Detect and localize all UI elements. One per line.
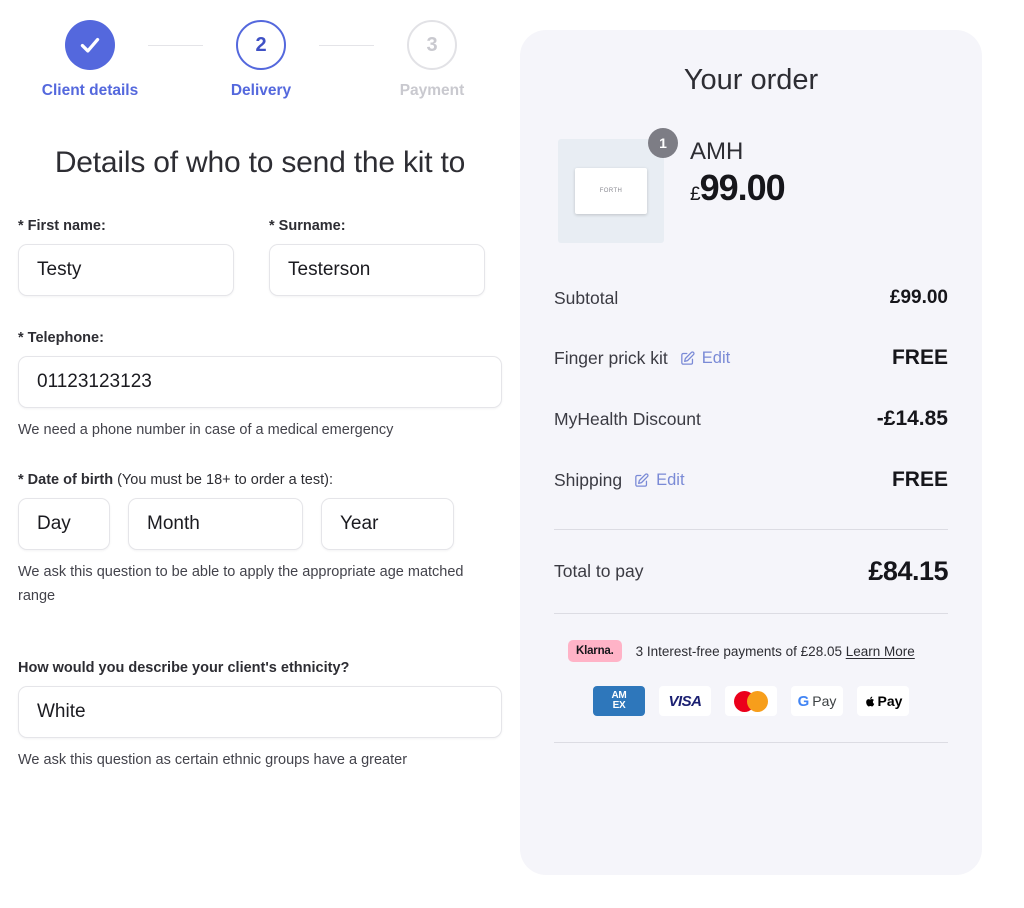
product-thumbnail-wrapper: FORTH 1 xyxy=(558,128,678,243)
klarna-promo-text: 3 Interest-free payments of £28.05 Learn… xyxy=(636,644,915,659)
order-total-row: Total to pay £84.15 xyxy=(554,556,948,587)
klarna-logo: Klarna. xyxy=(568,640,622,662)
step-marker-3: 3 xyxy=(407,20,457,70)
google-pay-label: Pay xyxy=(812,693,837,709)
edit-label: Edit xyxy=(656,470,685,489)
edit-label: Edit xyxy=(701,348,731,367)
order-line-value: FREE xyxy=(891,468,948,491)
step-marker-complete xyxy=(65,20,115,70)
payment-method-logos: AM EX VISA G Pay Pay xyxy=(554,686,948,716)
google-g-letter: G xyxy=(797,692,810,710)
date-of-birth-label: * Date of birth (You must be 18+ to orde… xyxy=(18,472,333,489)
mastercard-circles xyxy=(734,690,768,712)
order-summary-card: Your order FORTH 1 AMH £99.00 Subtotal £… xyxy=(520,30,982,875)
step-marker-2: 2 xyxy=(236,20,286,70)
checkout-stepper: Client details 2 Delivery 3 Payment xyxy=(18,20,502,100)
product-thumbnail: FORTH xyxy=(558,139,664,243)
klarna-promo-row: Klarna. 3 Interest-free payments of £28.… xyxy=(554,640,948,662)
summary-divider-middle xyxy=(554,613,948,614)
stepper-connector-2 xyxy=(319,45,374,46)
date-of-birth-group: * Date of birth (You must be 18+ to orde… xyxy=(18,472,502,608)
order-total-label: Total to pay xyxy=(554,561,644,581)
dob-day-select[interactable] xyxy=(18,498,110,551)
amex-icon: AM EX xyxy=(593,686,645,716)
stepper-connector-1 xyxy=(148,45,203,46)
client-details-form-column: Client details 2 Delivery 3 Payment Deta… xyxy=(0,0,520,908)
order-line-value: £99.00 xyxy=(889,287,948,308)
stepper-step-payment[interactable]: 3 Payment xyxy=(374,20,490,100)
apple-logo-icon xyxy=(865,696,874,706)
order-line-label-group: Shipping Edit xyxy=(554,470,685,491)
edit-shipping-link[interactable]: Edit xyxy=(633,470,685,490)
mastercard-icon xyxy=(725,686,777,716)
product-price: £99.00 xyxy=(690,167,786,209)
order-line-label: Finger prick kit xyxy=(554,347,668,368)
first-name-label: * First name: xyxy=(18,218,106,234)
order-summary-title: Your order xyxy=(683,64,819,96)
ethnicity-select[interactable] xyxy=(18,686,502,739)
mastercard-yellow-circle xyxy=(747,690,768,712)
apple-pay-label: Pay xyxy=(877,693,903,709)
stepper-label-delivery: Delivery xyxy=(230,82,292,99)
klarna-installment-text: 3 Interest-free payments of £28.05 xyxy=(635,643,846,659)
summary-divider-top xyxy=(554,529,948,530)
dob-month-select[interactable] xyxy=(128,498,303,551)
stepper-label-payment: Payment xyxy=(399,82,465,99)
order-line-shipping: Shipping Edit FREE xyxy=(554,468,948,492)
order-line-value: -£14.85 xyxy=(876,407,948,430)
checkout-page: Client details 2 Delivery 3 Payment Deta… xyxy=(0,0,1024,908)
edit-pencil-icon xyxy=(680,350,695,365)
surname-label: * Surname: xyxy=(269,218,346,234)
product-quantity-badge: 1 xyxy=(648,128,678,158)
klarna-learn-more-link[interactable]: Learn More xyxy=(846,644,915,659)
product-box-image: FORTH xyxy=(575,168,647,214)
order-line-myhealth-discount: MyHealth Discount -£14.85 xyxy=(554,407,948,431)
product-name: AMH xyxy=(690,138,744,165)
ethnicity-label: How would you describe your client's eth… xyxy=(18,660,350,677)
stepper-step-delivery[interactable]: 2 Delivery xyxy=(203,20,319,100)
product-info: AMH £99.00 xyxy=(690,138,786,209)
order-product-row: FORTH 1 AMH £99.00 xyxy=(554,128,948,243)
order-line-label: Shipping xyxy=(554,469,623,490)
telephone-label: * Telephone: xyxy=(18,330,104,346)
date-of-birth-helper-text: We ask this question to be able to apply… xyxy=(18,564,464,604)
order-line-label-group: Finger prick kit Edit xyxy=(554,348,730,369)
order-summary-column: Your order FORTH 1 AMH £99.00 Subtotal £… xyxy=(520,0,1024,908)
amex-line2: EX xyxy=(612,700,626,711)
order-line-subtotal: Subtotal £99.00 xyxy=(554,287,948,309)
edit-finger-prick-kit-link[interactable]: Edit xyxy=(679,349,730,368)
visa-icon: VISA xyxy=(659,686,711,716)
ethnicity-group: How would you describe your client's eth… xyxy=(18,660,502,772)
summary-divider-bottom xyxy=(554,742,948,743)
product-price-amount: 99.00 xyxy=(699,167,786,209)
edit-pencil-icon xyxy=(635,472,649,487)
page-title: Details of who to send the kit to xyxy=(54,146,466,179)
surname-input[interactable] xyxy=(269,244,485,296)
telephone-input[interactable] xyxy=(18,356,502,408)
order-line-label: Subtotal xyxy=(554,287,619,308)
product-price-currency: £ xyxy=(690,184,701,206)
stepper-step-client-details[interactable]: Client details xyxy=(32,20,148,100)
order-line-value: FREE xyxy=(891,346,948,369)
name-fields-row: * First name: * Surname: xyxy=(18,218,502,296)
ethnicity-helper-text: We ask this question as certain ethnic g… xyxy=(18,752,408,769)
telephone-helper-text: We need a phone number in case of a medi… xyxy=(18,422,394,438)
apple-pay-icon: Pay xyxy=(857,686,909,716)
first-name-group: * First name: xyxy=(18,218,234,296)
telephone-group: * Telephone: We need a phone number in c… xyxy=(18,330,502,442)
dob-year-select[interactable] xyxy=(321,498,454,551)
product-box-logo: FORTH xyxy=(599,188,623,194)
google-pay-icon: G Pay xyxy=(791,686,843,716)
surname-group: * Surname: xyxy=(269,218,485,296)
stepper-label-client-details: Client details xyxy=(41,82,139,99)
order-line-finger-prick-kit: Finger prick kit Edit FREE xyxy=(554,346,948,370)
order-total-value: £84.15 xyxy=(868,556,948,586)
date-of-birth-selects xyxy=(18,498,502,551)
check-icon xyxy=(80,37,100,53)
first-name-input[interactable] xyxy=(18,244,234,296)
order-line-label: MyHealth Discount xyxy=(554,408,701,429)
